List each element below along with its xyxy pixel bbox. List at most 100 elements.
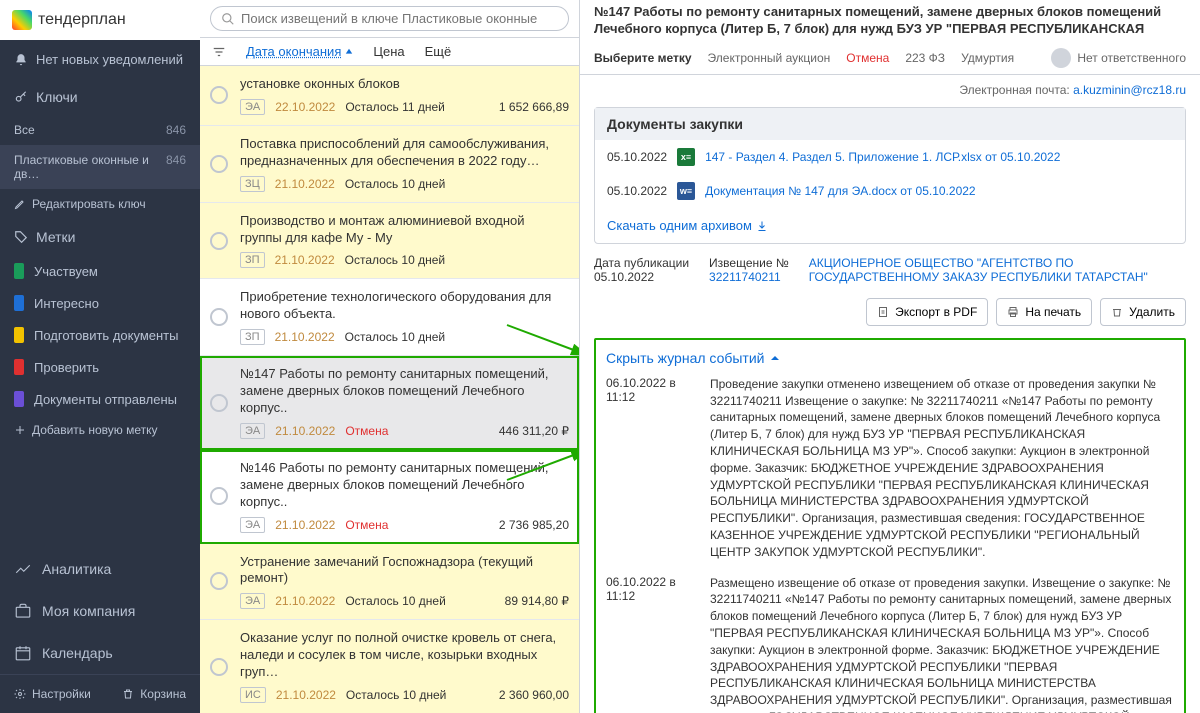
item-date: 21.10.2022 [275, 594, 335, 608]
item-tag: ЗП [240, 252, 265, 268]
trash-icon [122, 688, 134, 700]
tender-item[interactable]: Приобретение технологического оборудован… [200, 279, 579, 356]
tender-item[interactable]: Оказание услуг по полной очистке кровель… [200, 620, 579, 713]
action-buttons: Экспорт в PDF На печать Удалить [594, 298, 1186, 326]
label-item[interactable]: Подготовить документы [0, 319, 200, 351]
trash-icon [1111, 306, 1123, 318]
label-item[interactable]: Проверить [0, 351, 200, 383]
sort-date[interactable]: Дата окончания [246, 44, 353, 59]
tender-item[interactable]: №146 Работы по ремонту санитарных помеще… [200, 450, 579, 544]
label-item[interactable]: Интересно [0, 287, 200, 319]
item-radio[interactable] [210, 394, 228, 412]
filter-icon[interactable] [212, 45, 226, 59]
nav-company[interactable]: Моя компания [0, 590, 200, 632]
notice-number[interactable]: 32211740211 [709, 270, 789, 284]
documents-box: Документы закупки 05.10.2022x≡147 - Разд… [594, 107, 1186, 244]
item-radio[interactable] [210, 232, 228, 250]
event-time: 06.10.2022 в 11:12 [606, 376, 696, 561]
search-box[interactable] [210, 6, 569, 31]
item-radio[interactable] [210, 572, 228, 590]
logo[interactable]: тендерплан [0, 0, 200, 40]
cancel-badge: Отмена [846, 51, 889, 65]
item-radio[interactable] [210, 308, 228, 326]
nav-analytics[interactable]: Аналитика [0, 548, 200, 590]
item-tag: ИС [240, 687, 266, 703]
notif-text: Нет новых уведомлений [36, 52, 183, 67]
chevron-up-icon [770, 353, 780, 363]
label-text: Проверить [34, 360, 99, 375]
event-time: 06.10.2022 в 11:12 [606, 575, 696, 713]
doc-row: 05.10.2022w≡Документация № 147 для ЭА.do… [595, 174, 1185, 208]
auction-badge: Электронный аукцион [708, 51, 831, 65]
printer-icon [1007, 306, 1019, 318]
search-input[interactable] [241, 11, 558, 26]
label-item[interactable]: Документы отправлены [0, 383, 200, 415]
item-tag: ЭА [240, 423, 265, 439]
doc-link[interactable]: Документация № 147 для ЭА.docx от 05.10.… [705, 184, 976, 198]
key-active[interactable]: Пластиковые оконные и дв… 846 [0, 145, 200, 189]
item-title: Производство и монтаж алюминиевой входно… [240, 213, 569, 247]
keys-section[interactable]: Ключи [0, 79, 200, 115]
responsible[interactable]: Нет ответственного [1051, 48, 1186, 68]
logo-text: тендерплан [38, 11, 126, 29]
tender-item[interactable]: №147 Работы по ремонту санитарных помеще… [200, 356, 579, 450]
item-date: 21.10.2022 [275, 518, 335, 532]
item-date: 21.10.2022 [275, 330, 335, 344]
print-button[interactable]: На печать [996, 298, 1092, 326]
item-price: 446 311,20 ₽ [499, 424, 569, 438]
journal-toggle[interactable]: Скрыть журнал событий [606, 350, 1174, 366]
export-pdf-button[interactable]: Экспорт в PDF [866, 298, 988, 326]
item-date: 21.10.2022 [276, 688, 336, 702]
item-tag: ЭА [240, 593, 265, 609]
event-row: 06.10.2022 в 11:12Размещено извещение об… [606, 575, 1174, 713]
item-date: 22.10.2022 [275, 100, 335, 114]
edit-key[interactable]: Редактировать ключ [0, 189, 200, 219]
item-tag: ЭА [240, 517, 265, 533]
sort-price[interactable]: Цена [373, 44, 404, 59]
sort-up-icon [345, 48, 353, 56]
add-label[interactable]: Добавить новую метку [0, 415, 200, 445]
file-icon: x≡ [677, 148, 695, 166]
tender-item[interactable]: Устранение замечаний Госпожнадзора (теку… [200, 544, 579, 621]
tender-item[interactable]: Поставка приспособлений для самообслужив… [200, 126, 579, 203]
publication-row: Дата публикации 05.10.2022 Извещение № 3… [594, 256, 1186, 284]
pencil-icon [14, 198, 26, 210]
item-remain: Осталось 10 дней [346, 688, 489, 702]
choose-label[interactable]: Выберите метку [594, 51, 692, 65]
gear-icon [14, 688, 26, 700]
item-radio[interactable] [210, 487, 228, 505]
item-radio[interactable] [210, 155, 228, 173]
item-price: 2 736 985,20 [499, 518, 569, 532]
trash-link[interactable]: Корзина [122, 687, 186, 701]
tender-item[interactable]: Производство и монтаж алюминиевой входно… [200, 203, 579, 280]
item-radio[interactable] [210, 658, 228, 676]
bell-icon [14, 53, 28, 67]
doc-link[interactable]: 147 - Раздел 4. Раздел 5. Приложение 1. … [705, 150, 1060, 164]
event-text: Проведение закупки отменено извещением о… [710, 376, 1174, 561]
tender-item[interactable]: установке оконных блоковЭА22.10.2022Оста… [200, 66, 579, 126]
labels-section[interactable]: Метки [0, 219, 200, 255]
notifications[interactable]: Нет новых уведомлений [0, 40, 200, 79]
detail-tags: Выберите метку Электронный аукцион Отмен… [594, 42, 1186, 74]
org-link[interactable]: АКЦИОНЕРНОЕ ОБЩЕСТВО "АГЕНТСТВО ПО ГОСУД… [809, 256, 1186, 284]
search-icon [221, 12, 235, 26]
label-text: Документы отправлены [34, 392, 177, 407]
doc-date: 05.10.2022 [607, 184, 667, 198]
settings-link[interactable]: Настройки [14, 687, 91, 701]
item-price: 89 914,80 ₽ [505, 594, 569, 608]
items-list[interactable]: установке оконных блоковЭА22.10.2022Оста… [200, 66, 579, 713]
nav-calendar[interactable]: Календарь [0, 632, 200, 674]
label-swatch [14, 327, 24, 343]
detail-content[interactable]: Электронная почта: a.kuzminin@rcz18.ru Д… [580, 75, 1200, 713]
key-all[interactable]: Все 846 [0, 115, 200, 145]
pub-date-value: 05.10.2022 [594, 270, 689, 284]
download-all[interactable]: Скачать одним архивом [595, 208, 1185, 243]
delete-button[interactable]: Удалить [1100, 298, 1186, 326]
email-link[interactable]: a.kuzminin@rcz18.ru [1073, 83, 1186, 97]
item-radio[interactable] [210, 86, 228, 104]
label-text: Интересно [34, 296, 99, 311]
plus-icon [14, 424, 26, 436]
sorters: Дата окончания Цена Ещё [200, 38, 579, 66]
label-item[interactable]: Участвуем [0, 255, 200, 287]
sort-more[interactable]: Ещё [425, 44, 452, 59]
